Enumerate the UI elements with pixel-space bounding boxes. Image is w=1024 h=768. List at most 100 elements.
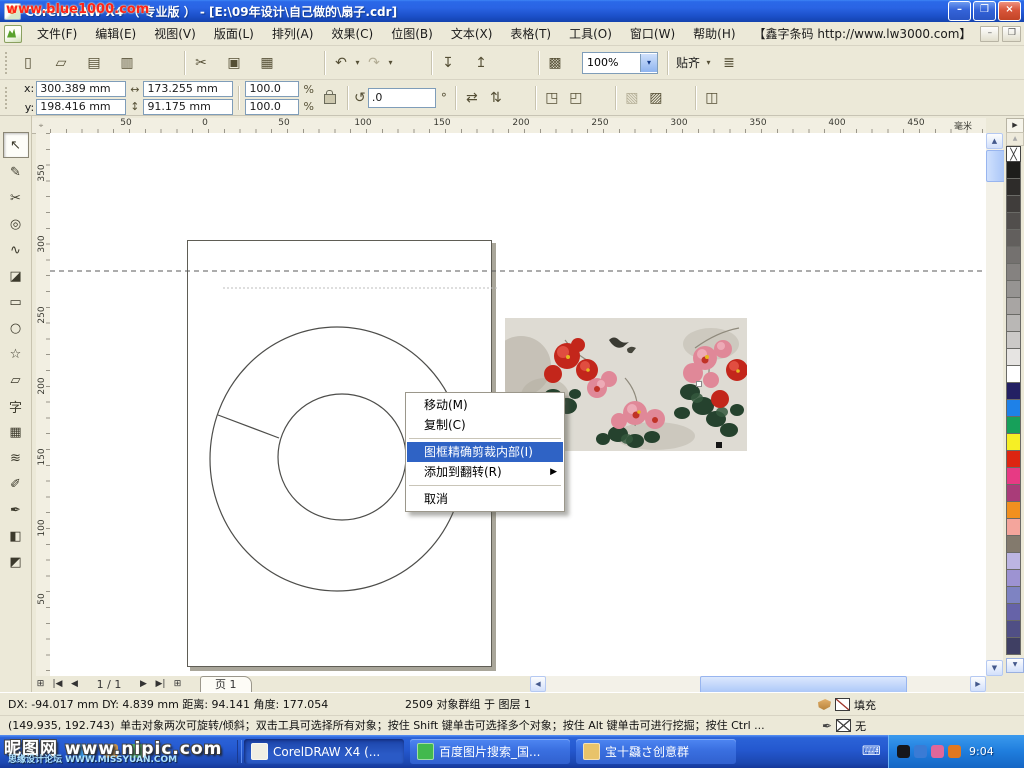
convert-to-curves-icon[interactable]: ◰: [564, 86, 588, 110]
dropdown-arrow-icon[interactable]: ▾: [353, 58, 362, 67]
color-swatch[interactable]: [1006, 366, 1021, 383]
menu-item[interactable]: 文本(X): [442, 22, 502, 45]
save-icon[interactable]: ▤: [82, 51, 106, 75]
drawing-canvas[interactable]: 移动(M) 复制(C) 图框精确剪裁内部(I): [50, 133, 986, 676]
new-document-icon[interactable]: ▯: [16, 51, 40, 75]
context-menu-item[interactable]: [409, 485, 561, 486]
group-icon[interactable]: ▧: [620, 86, 644, 110]
remove-transformations-icon[interactable]: ◳: [540, 86, 564, 110]
menu-item[interactable]: 窗口(W): [621, 22, 684, 45]
color-swatch[interactable]: [1006, 213, 1021, 230]
color-swatch[interactable]: [1006, 536, 1021, 553]
color-swatch[interactable]: [1006, 264, 1021, 281]
palette-scroll-down-icon[interactable]: ▼: [1006, 658, 1024, 673]
dropdown-arrow-icon[interactable]: ▾: [386, 58, 395, 67]
color-swatch[interactable]: [1006, 553, 1021, 570]
color-swatch[interactable]: [1006, 281, 1021, 298]
vertical-ruler[interactable]: 35030025020015010050: [36, 133, 51, 676]
menu-item[interactable]: 编辑(E): [86, 22, 145, 45]
messenger-tray-icon[interactable]: [914, 745, 927, 758]
smart-fill-tool-icon[interactable]: ◪: [4, 264, 28, 288]
restore-button[interactable]: ❒: [973, 1, 996, 21]
outline-color-swatch[interactable]: [836, 719, 851, 732]
menu-item[interactable]: 表格(T): [501, 22, 560, 45]
redo-icon[interactable]: ↷: [362, 51, 386, 75]
color-swatch[interactable]: [1006, 519, 1021, 536]
doc-minimize-button[interactable]: –: [980, 26, 999, 42]
palette-flyout-icon[interactable]: ▶: [1006, 118, 1024, 133]
options-icon[interactable]: ≣: [717, 51, 741, 75]
no-color-swatch[interactable]: ╳: [1006, 146, 1021, 162]
qq-tray-icon[interactable]: [897, 745, 910, 758]
color-swatch[interactable]: [1006, 451, 1021, 468]
color-swatch[interactable]: [1006, 621, 1021, 638]
doc-restore-button[interactable]: ❒: [1002, 26, 1021, 42]
taskbar-window-button[interactable]: CorelDRAW X4 (...: [244, 739, 404, 764]
basic-shapes-tool-icon[interactable]: ▱: [4, 368, 28, 392]
color-swatch[interactable]: [1006, 179, 1021, 196]
fill-color-swatch[interactable]: [835, 698, 850, 711]
scale-x-field[interactable]: 100.0: [245, 81, 299, 97]
toolbar-grip[interactable]: [5, 52, 11, 74]
color-swatch[interactable]: [1006, 400, 1021, 417]
color-swatch[interactable]: [1006, 434, 1021, 451]
color-swatch[interactable]: [1006, 196, 1021, 213]
scroll-up-icon[interactable]: ▲: [986, 133, 1003, 149]
color-swatch[interactable]: [1006, 587, 1021, 604]
vertical-scroll-thumb[interactable]: [986, 150, 1005, 182]
undo-icon[interactable]: ↶: [329, 51, 353, 75]
last-page-icon[interactable]: ▶|: [152, 679, 169, 689]
color-swatch[interactable]: [1006, 162, 1021, 179]
menu-item[interactable]: 工具(O): [560, 22, 621, 45]
mirror-vertical-icon[interactable]: ⇅: [484, 86, 508, 110]
table-tool-icon[interactable]: ▦: [4, 420, 28, 444]
pick-tool-icon[interactable]: ↖: [3, 132, 29, 158]
crop-tool-icon[interactable]: ✂: [4, 186, 28, 210]
mirror-horizontal-icon[interactable]: ⇄: [460, 86, 484, 110]
color-swatch[interactable]: [1006, 247, 1021, 264]
minimize-button[interactable]: –: [948, 1, 971, 21]
add-page-icon[interactable]: ⊞: [32, 679, 49, 689]
context-menu-item[interactable]: 添加到翻转(R) ▶: [407, 462, 563, 482]
polygon-tool-icon[interactable]: ☆: [4, 342, 28, 366]
color-swatch[interactable]: [1006, 638, 1021, 655]
first-page-icon[interactable]: |◀: [49, 679, 66, 689]
interactive-blend-tool-icon[interactable]: ≋: [4, 446, 28, 470]
color-swatch[interactable]: [1006, 298, 1021, 315]
rectangle-tool-icon[interactable]: ▭: [4, 290, 28, 314]
horizontal-ruler[interactable]: 50050100150200250300350400450 毫米: [50, 118, 986, 134]
taskbar-window-button[interactable]: 宝十飝さ创意群: [576, 739, 736, 764]
interactive-fill-tool-icon[interactable]: ◩: [4, 550, 28, 574]
ellipse-tool-icon[interactable]: ○: [4, 316, 28, 340]
menu-item[interactable]: 视图(V): [145, 22, 205, 45]
color-swatch[interactable]: [1006, 570, 1021, 587]
outline-pen-tool-icon[interactable]: ✒: [4, 498, 28, 522]
selection-node-handle[interactable]: [696, 381, 702, 387]
fill-tool-icon[interactable]: ◧: [4, 524, 28, 548]
next-page-icon[interactable]: ▶: [135, 679, 152, 689]
menu-item[interactable]: 效果(C): [322, 22, 382, 45]
text-tool-icon[interactable]: 字: [4, 394, 28, 418]
propbar-grip[interactable]: [5, 87, 11, 109]
print-icon[interactable]: ▥: [115, 51, 139, 75]
color-swatch[interactable]: [1006, 502, 1021, 519]
menu-item[interactable]: 【鑫字条码 http://www.lw3000.com】: [745, 22, 981, 45]
freehand-tool-icon[interactable]: ∿: [4, 238, 28, 262]
selection-handle[interactable]: [716, 442, 722, 448]
color-swatch[interactable]: [1006, 332, 1021, 349]
scroll-down-icon[interactable]: ▼: [986, 660, 1003, 676]
ungroup-icon[interactable]: ▨: [644, 86, 668, 110]
snap-to-button[interactable]: 贴齐 ▾: [672, 54, 717, 71]
application-launcher-icon[interactable]: ▩: [543, 51, 567, 75]
shape-tool-icon[interactable]: ✎: [4, 160, 28, 184]
scroll-right-icon[interactable]: ▶: [970, 676, 986, 692]
menu-item[interactable]: 版面(L): [205, 22, 263, 45]
add-page-icon-right[interactable]: ⊞: [169, 679, 186, 689]
color-swatch[interactable]: [1006, 230, 1021, 247]
wrap-paragraph-text-icon[interactable]: ◫: [700, 86, 724, 110]
export-icon[interactable]: ↥: [469, 51, 493, 75]
cut-icon[interactable]: ✂: [189, 51, 213, 75]
color-swatch[interactable]: [1006, 468, 1021, 485]
color-swatch[interactable]: [1006, 604, 1021, 621]
horizontal-scrollbar[interactable]: ◀ ▶: [530, 676, 986, 692]
